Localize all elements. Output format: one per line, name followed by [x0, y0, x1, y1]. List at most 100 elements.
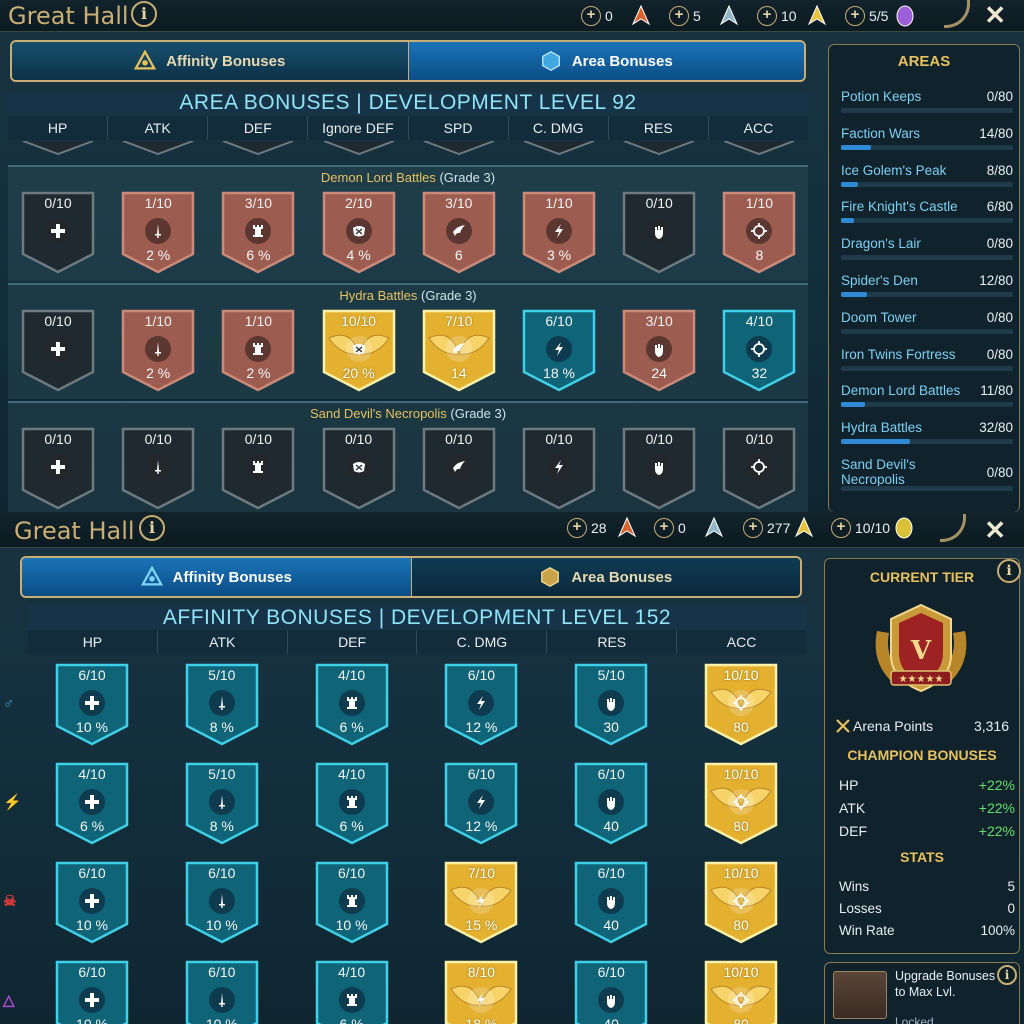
area-progress-fill — [841, 218, 854, 224]
area-bonus-badge[interactable]: 0/10 — [20, 426, 96, 510]
affinity-bonus-badge[interactable]: 10/10 80 — [703, 662, 779, 746]
column-header: C. DMG — [509, 116, 609, 140]
badge-level: 4/10 — [337, 766, 366, 782]
area-bonus-badge[interactable]: 10/10 20 % — [321, 308, 397, 392]
area-bonus-badge[interactable]: 0/10 — [621, 190, 697, 274]
area-bonus-badge[interactable]: 4/10 32 — [721, 308, 797, 392]
hp-icon — [45, 454, 71, 480]
area-list-item[interactable]: Hydra Battles 32/80 — [841, 420, 1013, 445]
badge-level: 3/10 — [244, 195, 273, 211]
info-button[interactable]: i — [139, 515, 165, 541]
affinity-bonus-badge[interactable]: 4/10 6 % — [314, 662, 390, 746]
upgrade-text-2: to Max Lvl. — [895, 985, 956, 999]
add-resource-button[interactable]: + — [567, 518, 587, 538]
affinity-bonus-badge[interactable]: 6/10 12 % — [443, 662, 519, 746]
resource-value: 5 — [693, 8, 701, 24]
affinity-bonus-badge[interactable]: 6/10 12 % — [443, 761, 519, 845]
area-list-item[interactable]: Ice Golem's Peak 8/80 — [841, 163, 1013, 187]
void-affinity-icon: △ — [3, 992, 15, 1009]
area-bonus-badge[interactable]: 2/10 4 % — [321, 190, 397, 274]
area-list-item[interactable]: Iron Twins Fortress 0/80 — [841, 347, 1013, 371]
affinity-bonus-badge[interactable]: 10/10 80 — [703, 761, 779, 845]
area-bonus-badge[interactable]: 6/10 18 % — [521, 308, 597, 392]
affinity-bonus-badge[interactable]: 4/10 6 % — [54, 761, 130, 845]
area-bonus-badge[interactable]: 0/10 — [20, 308, 96, 392]
affinity-bonus-badge[interactable]: 6/10 10 % — [184, 860, 260, 944]
affinity-bonus-badge[interactable]: 10/10 80 — [703, 860, 779, 944]
affinity-bonus-badge[interactable]: 6/10 10 % — [314, 860, 390, 944]
add-resource-button[interactable]: + — [743, 518, 763, 538]
add-resource-button[interactable]: + — [831, 518, 851, 538]
area-list-item[interactable]: Demon Lord Battles 11/80 — [841, 383, 1013, 408]
upgrade-info-button[interactable]: i — [997, 965, 1017, 985]
column-header: DEF — [288, 630, 418, 654]
add-resource-button[interactable]: + — [581, 6, 601, 26]
area-bonus-badge[interactable]: 0/10 — [120, 426, 196, 510]
affinity-bonus-badge[interactable]: 7/10 15 % — [443, 860, 519, 944]
area-list-item[interactable]: Doom Tower 0/80 — [841, 310, 1013, 334]
column-header: HP — [28, 630, 158, 654]
close-button[interactable]: ✕ — [984, 0, 1006, 31]
affinity-bonus-badge[interactable]: 5/10 8 % — [184, 761, 260, 845]
badge-value: 14 — [451, 365, 467, 381]
affinity-bonus-badge[interactable]: 4/10 6 % — [314, 761, 390, 845]
area-bonus-badge[interactable]: 1/10 3 % — [521, 190, 597, 274]
gold-medal-icon — [795, 516, 814, 538]
affinity-bonus-badge[interactable]: 6/10 10 % — [184, 959, 260, 1024]
tier-info-button[interactable]: i — [997, 559, 1021, 583]
badge-value: 15 % — [465, 917, 498, 933]
area-bonus-badge[interactable]: 0/10 — [321, 426, 397, 510]
area-bonus-badge[interactable]: 1/10 2 % — [220, 308, 296, 392]
area-bonus-badge[interactable]: 7/10 14 — [421, 308, 497, 392]
info-button[interactable]: i — [131, 1, 157, 27]
area-bonus-badge[interactable]: 1/10 8 — [721, 190, 797, 274]
affinity-bonus-badge[interactable]: 6/10 40 — [573, 761, 649, 845]
area-bonus-badge[interactable]: 3/10 6 — [421, 190, 497, 274]
badge-value: 18 % — [465, 1016, 498, 1024]
acc-icon — [728, 789, 754, 815]
res-icon — [646, 218, 673, 244]
badge-value: 12 % — [465, 818, 498, 834]
area-bonus-badge[interactable]: 0/10 — [20, 190, 96, 274]
add-resource-button[interactable]: + — [757, 6, 777, 26]
area-bonus-badge[interactable]: 0/10 — [521, 426, 597, 510]
affinity-bonus-badge[interactable]: 4/10 6 % — [314, 959, 390, 1024]
close-button[interactable]: ✕ — [984, 515, 1006, 546]
area-bonus-badge[interactable]: 0/10 — [621, 426, 697, 510]
area-list-item[interactable]: Faction Wars 14/80 — [841, 126, 1013, 150]
area-bonus-badge[interactable]: 1/10 2 % — [120, 190, 196, 274]
magic-affinity-icon: ♂ — [3, 695, 15, 712]
area-bonus-badge[interactable]: 3/10 24 — [621, 308, 697, 392]
area-list-item[interactable]: Sand Devil's Necropolis 0/80 — [841, 457, 1013, 491]
area-list-item[interactable]: Dragon's Lair 0/80 — [841, 236, 1013, 261]
affinity-bonus-badge[interactable]: 6/10 10 % — [54, 959, 130, 1024]
tab-area-bonuses[interactable]: Area Bonuses — [411, 558, 800, 596]
atk-icon — [208, 690, 235, 716]
affinity-bonus-badge[interactable]: 6/10 10 % — [54, 662, 130, 746]
tab-area-bonuses[interactable]: Area Bonuses — [408, 42, 804, 80]
area-bonus-badge[interactable]: 3/10 6 % — [220, 190, 296, 274]
badge-level: 3/10 — [645, 313, 673, 329]
add-resource-button[interactable]: + — [845, 6, 865, 26]
area-bonus-badge[interactable]: 0/10 — [421, 426, 497, 510]
affinity-bonus-badge[interactable]: 6/10 40 — [573, 860, 649, 944]
area-list-item[interactable]: Potion Keeps 0/80 — [841, 89, 1013, 113]
add-resource-button[interactable]: + — [654, 518, 674, 538]
affinity-bonus-badge[interactable]: 8/10 18 % — [443, 959, 519, 1024]
tab-affinity-bonuses[interactable]: Affinity Bonuses — [12, 42, 409, 80]
section-title: Sand Devil's Necropolis (Grade 3) — [8, 406, 808, 421]
affinity-bonus-badge[interactable]: 10/10 80 — [703, 959, 779, 1024]
area-bonus-badge[interactable]: 0/10 — [220, 426, 296, 510]
add-resource-button[interactable]: + — [669, 6, 689, 26]
area-bonus-badge[interactable]: 0/10 — [721, 426, 797, 510]
area-list-item[interactable]: Fire Knight's Castle 6/80 — [841, 199, 1013, 224]
affinity-bonus-badge[interactable]: 6/10 40 — [573, 959, 649, 1024]
affinity-bonus-badge[interactable]: 5/10 8 % — [184, 662, 260, 746]
affinity-bonus-badge[interactable]: 6/10 10 % — [54, 860, 130, 944]
area-bonus-badge[interactable]: 1/10 2 % — [120, 308, 196, 392]
res-icon — [598, 987, 625, 1013]
area-list-item[interactable]: Spider's Den 12/80 — [841, 273, 1013, 297]
champion-bonus-row: HP +22% — [839, 777, 1015, 793]
tab-affinity-bonuses[interactable]: Affinity Bonuses — [22, 558, 412, 596]
affinity-bonus-badge[interactable]: 5/10 30 — [573, 662, 649, 746]
